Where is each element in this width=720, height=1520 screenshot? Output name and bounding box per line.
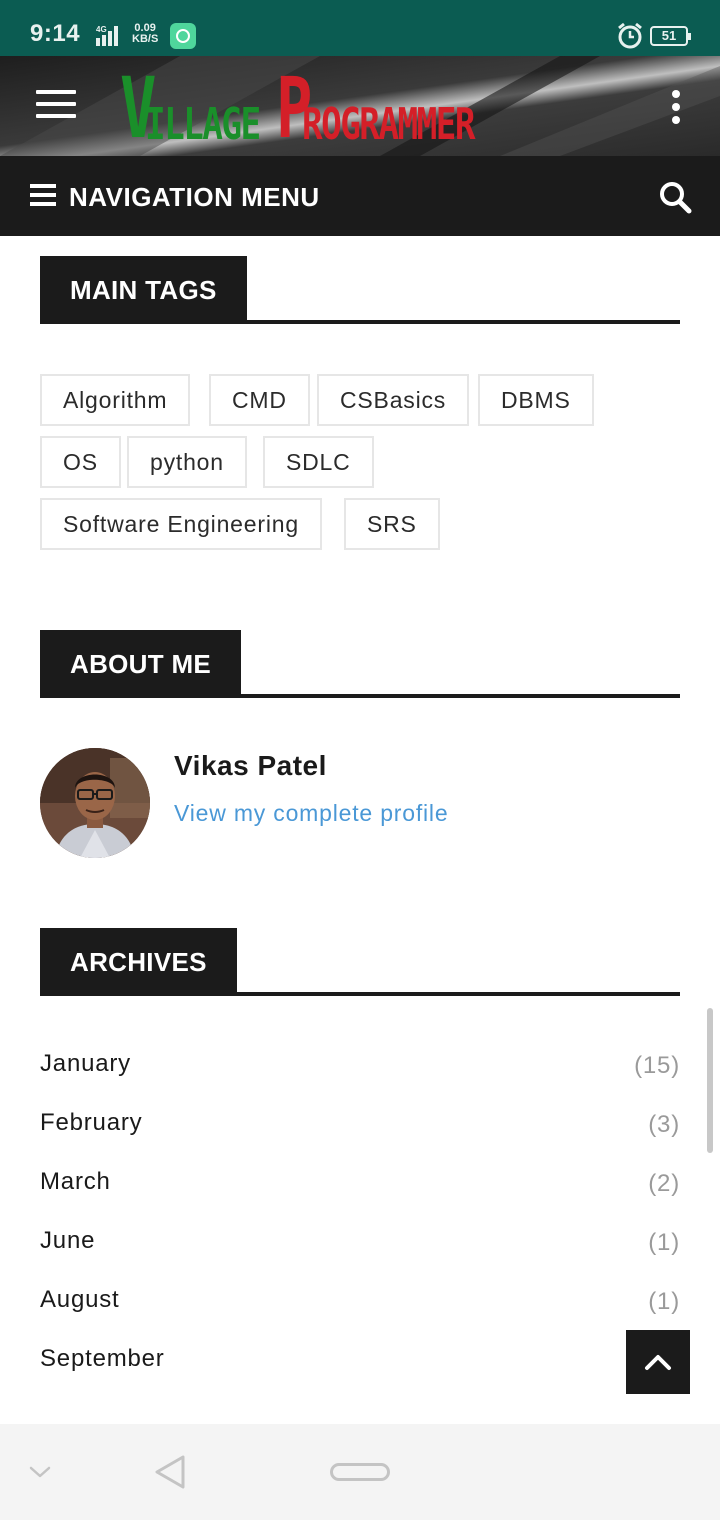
archive-row[interactable]: February (3): [40, 1109, 680, 1149]
divider: [40, 992, 680, 996]
main-tags-title: MAIN TAGS: [40, 256, 247, 324]
menu-icon[interactable]: [30, 184, 56, 206]
divider: [40, 320, 680, 324]
archive-count: (3): [648, 1111, 680, 1138]
archive-row[interactable]: September: [40, 1345, 680, 1385]
tag-dbms[interactable]: DBMS: [478, 374, 594, 426]
archive-month[interactable]: September: [40, 1345, 165, 1373]
archive-row[interactable]: January (15): [40, 1050, 680, 1090]
chevron-up-icon: [645, 1355, 671, 1370]
archives-title: ARCHIVES: [40, 928, 237, 996]
archive-row[interactable]: March (2): [40, 1168, 680, 1208]
site-logo[interactable]: V ILLAGE P ROGRAMMER: [120, 66, 523, 150]
tag-python[interactable]: python: [127, 436, 247, 488]
author-name: Vikas Patel: [174, 750, 327, 781]
tag-srs[interactable]: SRS: [344, 498, 440, 550]
home-button[interactable]: [330, 1463, 390, 1481]
archive-count: (1): [648, 1229, 680, 1256]
alarm-icon: [618, 22, 642, 49]
status-time: 9:14: [30, 20, 81, 47]
archive-count: (2): [648, 1170, 680, 1197]
archive-month[interactable]: August: [40, 1286, 120, 1314]
archive-month[interactable]: June: [40, 1227, 95, 1255]
archive-count: (1): [648, 1288, 680, 1315]
back-icon[interactable]: [150, 1452, 190, 1492]
hamburger-icon[interactable]: [36, 90, 76, 120]
avatar-image: [40, 748, 150, 858]
chevron-down-icon[interactable]: [26, 1458, 54, 1486]
archive-row[interactable]: June (1): [40, 1227, 680, 1267]
view-profile-link[interactable]: View my complete profile: [174, 800, 448, 827]
archive-month[interactable]: March: [40, 1168, 111, 1196]
archives-header: ARCHIVES: [40, 928, 680, 996]
signal-icon: 4G: [96, 25, 118, 46]
network-type: 4G: [96, 25, 107, 34]
avatar[interactable]: [40, 748, 150, 858]
back-to-top-button[interactable]: [626, 1330, 690, 1394]
network-speed-unit: KB/S: [132, 33, 159, 45]
archive-row[interactable]: August (1): [40, 1286, 680, 1326]
about-me-header: ABOUT ME: [40, 630, 680, 698]
archive-count: (15): [634, 1052, 680, 1079]
archive-month[interactable]: January: [40, 1050, 131, 1078]
system-navigation-bar: [0, 1424, 720, 1520]
battery-icon: 51: [650, 26, 691, 46]
search-icon[interactable]: [658, 180, 692, 214]
navigation-menu-button[interactable]: NAVIGATION MENU: [69, 182, 320, 213]
logo-word-village: ILLAGE: [144, 99, 261, 150]
logo-word-programmer: ROGRAMMER: [302, 99, 475, 150]
scrollbar[interactable]: [707, 1008, 713, 1153]
archive-month[interactable]: February: [40, 1109, 142, 1137]
kebab-icon[interactable]: [668, 90, 684, 124]
tag-cmd[interactable]: CMD: [209, 374, 310, 426]
network-speed: 0.09 KB/S: [132, 23, 158, 45]
status-bar: 9:14 4G 0.09 KB/S 51: [0, 0, 720, 56]
tag-software-engineering[interactable]: Software Engineering: [40, 498, 322, 550]
navigation-bar: NAVIGATION MENU: [0, 156, 720, 236]
tag-os[interactable]: OS: [40, 436, 121, 488]
app-notification-icon: [170, 23, 196, 49]
main-tags-header: MAIN TAGS: [40, 256, 680, 324]
tag-sdlc[interactable]: SDLC: [263, 436, 374, 488]
site-header: V ILLAGE P ROGRAMMER: [0, 56, 720, 156]
tag-csbasics[interactable]: CSBasics: [317, 374, 470, 426]
divider: [40, 694, 680, 698]
tag-algorithm[interactable]: Algorithm: [40, 374, 191, 426]
about-me-title: ABOUT ME: [40, 630, 242, 698]
